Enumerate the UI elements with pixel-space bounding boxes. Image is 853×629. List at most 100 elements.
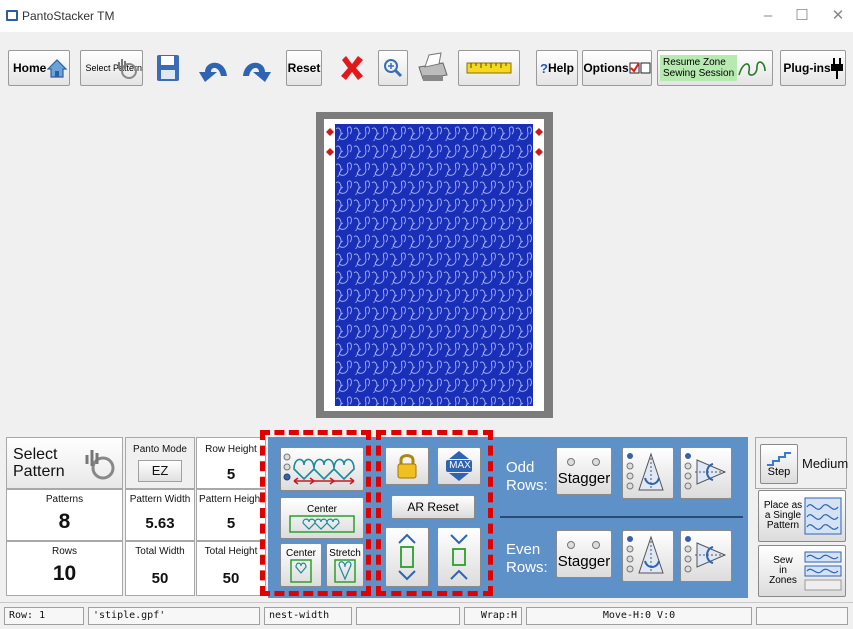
radio-icon[interactable] [591,458,600,466]
options-button[interactable]: Options [582,50,652,86]
checkbox-icon [629,62,651,74]
rows-value: 10 [52,562,77,585]
row-height-label: Row Height [205,444,257,455]
sew-zones-line3: Zones [769,575,797,586]
pattern-height-box: Pattern Height 5 [196,489,266,541]
window-title: PantoStacker TM [22,9,115,23]
pattern-width-label: Pattern Width [129,494,191,505]
home-label: Home [13,61,47,75]
odd-flip-horizontal-button[interactable] [680,447,732,499]
app-icon [6,10,18,21]
red-x-icon [341,56,363,80]
maximize-button[interactable]: ☐ [792,6,812,26]
home-button[interactable]: Home [8,50,70,86]
plugins-button[interactable]: Plug-ins [780,50,846,86]
flip-vertical-icon [626,452,664,491]
speed-value[interactable]: Medium [802,456,848,471]
step-speed-box: Step Medium [755,437,848,489]
help-question-icon: ? [540,60,548,76]
plugins-label: Plug-ins [783,61,831,75]
resume-zone-line2: Sewing Session [663,68,735,79]
odd-rows-label: Odd Rows: [506,459,548,495]
ruler-button[interactable] [458,50,520,86]
total-width-value[interactable]: 50 [126,570,194,587]
radio-icon[interactable] [567,458,575,466]
patterns-box: Patterns 8 [6,489,123,541]
floppy-disk-icon [157,55,179,81]
stipple-pattern [335,124,533,406]
help-label: Help [547,61,574,75]
odd-rows-line2: Rows: [506,477,548,494]
total-width-label: Total Width [135,546,185,557]
home-icon [46,59,68,78]
corner-handle-icon[interactable] [326,148,334,156]
panto-mode-selector[interactable]: EZ [138,460,182,482]
redo-button[interactable] [238,50,274,86]
radio-icon[interactable] [591,541,600,549]
odd-rows-line1: Odd [506,459,535,476]
flip-horizontal-icon [684,536,727,573]
corner-handle-icon[interactable] [535,128,543,136]
even-stagger-radios [567,536,600,553]
zoom-button[interactable] [378,50,408,86]
reset-button[interactable]: Reset [286,50,322,86]
place-single-pattern-button[interactable]: Place as a Single Pattern [758,490,846,542]
single-pattern-icon [804,497,842,535]
panto-mode-label: Panto Mode [133,444,187,455]
help-button[interactable]: ? Help [536,50,578,86]
quilt-preview[interactable] [316,112,553,418]
minimize-button[interactable]: – [758,6,778,26]
corner-handle-icon[interactable] [535,148,543,156]
status-bar: Row: 1 'stiple.gpf' nest-width Wrap:H Mo… [0,602,853,629]
rows-divider [500,516,743,518]
resume-zone-button[interactable]: Resume Zone Sewing Session [657,50,773,86]
even-rows-line1: Even [506,541,541,558]
pattern-height-value[interactable]: 5 [197,515,265,532]
even-stagger-button[interactable]: Stagger [556,530,612,578]
place-single-label: Place as a Single Pattern [762,501,804,531]
status-blank-right [756,607,848,625]
select-pattern-line2: Pattern [13,463,65,480]
pattern-width-value[interactable]: 5.63 [126,515,194,532]
hand-pointer-icon [85,450,115,480]
odd-flip-vertical-button[interactable] [622,447,674,499]
row-height-value[interactable]: 5 [197,466,265,483]
close-button[interactable]: ✕ [828,6,848,26]
status-blank [356,607,460,625]
print-button[interactable] [414,50,450,86]
even-flip-vertical-button[interactable] [622,530,674,582]
odd-stagger-button[interactable]: Stagger [556,447,612,495]
step-label: Step [767,466,791,478]
select-pattern-large-label: Select Pattern [13,446,65,480]
pattern-width-box: Pattern Width 5.63 [125,489,195,541]
flip-horizontal-icon [684,453,727,490]
save-button[interactable] [152,50,184,86]
even-flip-horizontal-button[interactable] [680,530,732,582]
zoom-icon [384,59,403,78]
even-rows-label: Even Rows: [506,541,548,577]
rows-box: Rows 10 [6,541,123,596]
status-move: Move-H:0 V:0 [526,607,752,625]
corner-handle-icon[interactable] [326,128,334,136]
radio-icon[interactable] [567,541,575,549]
resume-zone-label: Resume Zone Sewing Session [660,55,738,81]
select-pattern-button[interactable]: Select Pattern [80,50,143,86]
panto-mode-box: Panto Mode EZ [125,437,195,489]
step-button[interactable]: Step [760,444,798,484]
ruler-icon [466,62,512,74]
total-height-value[interactable]: 50 [197,570,265,587]
status-file: 'stiple.gpf' [88,607,260,625]
select-pattern-large-button[interactable]: Select Pattern [6,437,123,489]
patterns-value: 8 [58,510,71,533]
stairs-icon [767,452,791,466]
hand-pointer-icon [117,59,137,79]
sew-in-zones-button[interactable]: Sew in Zones [758,545,846,597]
sew-zones-label: Sew in Zones [762,556,804,586]
undo-button[interactable] [196,50,232,86]
total-height-label: Total Height [204,546,258,557]
options-label: Options [583,61,629,75]
delete-button[interactable] [334,50,370,86]
printer-icon [418,52,448,81]
patterns-label: Patterns [45,494,84,505]
highlight-box [260,430,371,596]
